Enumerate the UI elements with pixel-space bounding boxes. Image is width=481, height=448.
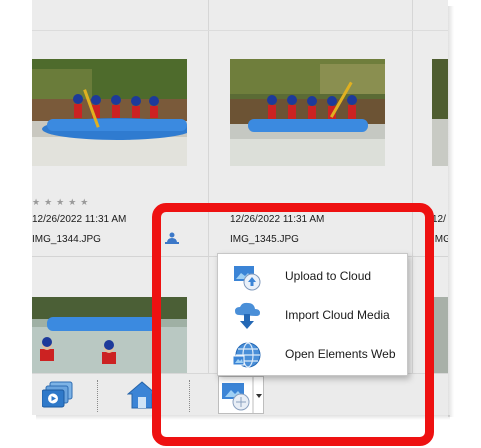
photo-date: 12/ xyxy=(432,214,446,225)
photo-thumbnail-row2-partial[interactable] xyxy=(432,297,448,373)
toolbar-separator xyxy=(97,380,98,412)
photo-date: 12/26/2022 11:31 AM xyxy=(32,214,127,225)
highlight-annotation xyxy=(152,203,434,446)
photo-thumbnail-img-1344[interactable] xyxy=(32,59,187,166)
rating-stars[interactable]: ★★★★★ xyxy=(32,198,92,208)
photo-thumbnail-img-1345[interactable] xyxy=(230,59,385,166)
photo-filename: IMG_1344.JPG xyxy=(32,234,101,245)
photo-thumbnail-partial[interactable] xyxy=(432,59,448,166)
photo-filename: IMG xyxy=(432,234,448,245)
slideshow-icon[interactable] xyxy=(41,380,78,410)
frame-shadow xyxy=(448,6,454,417)
row-divider xyxy=(32,30,448,31)
